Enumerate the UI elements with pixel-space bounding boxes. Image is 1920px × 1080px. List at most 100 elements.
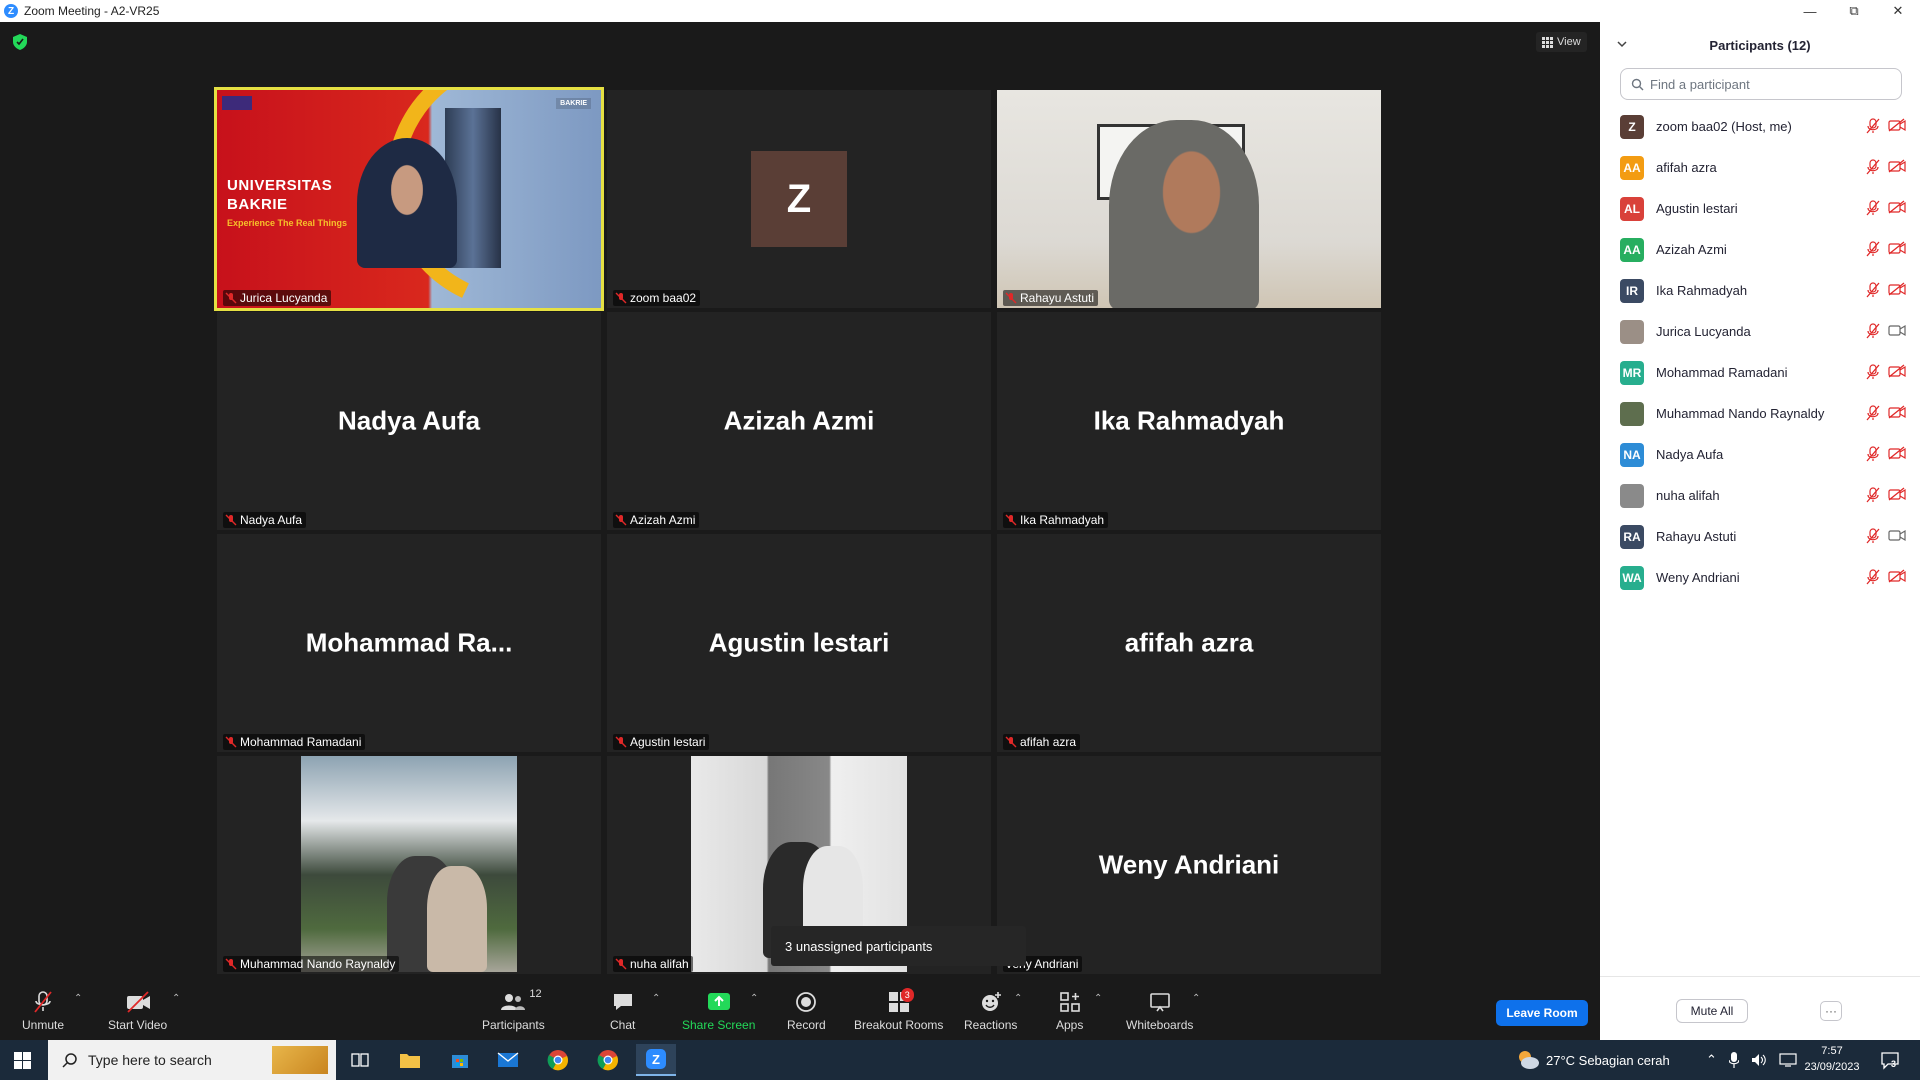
volume-icon[interactable]	[1751, 1053, 1767, 1067]
video-tile-azizah[interactable]: Azizah Azmi Azizah Azmi	[607, 312, 991, 530]
start-video-button[interactable]: Start Video	[108, 990, 167, 1032]
breakout-rooms-button[interactable]: 3 Breakout Rooms	[854, 988, 944, 1032]
avatar: Z	[751, 151, 847, 247]
video-tile-jurica[interactable]: BAKRIE UNIVERSITAS BAKRIE Experience The…	[214, 87, 604, 311]
tile-name-text: Agustin lestari	[630, 735, 706, 749]
participant-row[interactable]: AA Azizah Azmi	[1600, 229, 1920, 270]
chevron-down-icon[interactable]	[1616, 38, 1628, 50]
more-options-button[interactable]: ···	[1820, 1001, 1842, 1021]
muted-mic-icon	[225, 736, 237, 748]
chrome-icon[interactable]	[538, 1044, 578, 1076]
notifications-button[interactable]: 3	[1880, 1050, 1900, 1070]
muted-mic-icon	[1866, 241, 1880, 257]
participants-count: 12	[529, 988, 542, 1000]
file-explorer-icon[interactable]	[390, 1044, 430, 1076]
whiteboards-button[interactable]: Whiteboards	[1126, 990, 1193, 1032]
audio-options-chevron-icon[interactable]: ⌃	[74, 993, 82, 1004]
participant-row[interactable]: Jurica Lucyanda	[1600, 311, 1920, 352]
network-icon[interactable]	[1779, 1053, 1797, 1067]
video-options-chevron-icon[interactable]: ⌃	[172, 993, 180, 1004]
muted-mic-icon	[225, 958, 237, 970]
task-view-icon[interactable]	[340, 1044, 380, 1076]
participant-row[interactable]: WA Weny Andriani	[1600, 557, 1920, 598]
chat-options-chevron-icon[interactable]: ⌃	[652, 993, 660, 1004]
chat-icon	[613, 994, 632, 1010]
participant-row[interactable]: AA afifah azra	[1600, 147, 1920, 188]
slide-logo: BAKRIE	[556, 98, 591, 109]
video-off-icon	[1888, 569, 1906, 583]
meeting-area: View BAKRIE UNIVERSITAS BAKRIE Experienc…	[0, 22, 1600, 980]
video-off-icon	[1888, 282, 1906, 296]
video-tile-mohammad[interactable]: Mohammad Ra... Mohammad Ramadani	[217, 534, 601, 752]
microphone-icon[interactable]	[1728, 1052, 1739, 1068]
video-tile-nando[interactable]: Muhammad Nando Raynaldy	[217, 756, 601, 974]
reactions-button[interactable]: Reactions	[964, 990, 1017, 1032]
minimize-button[interactable]: —	[1788, 0, 1832, 22]
tile-name-text: Nadya Aufa	[240, 513, 303, 527]
tile-name-label: Rahayu Astuti	[1003, 290, 1099, 306]
participant-name: afifah azra	[1656, 160, 1717, 175]
participant-row[interactable]: Zzoom baa02 (Host, me)	[1600, 106, 1920, 147]
share-options-chevron-icon[interactable]: ⌃	[750, 993, 758, 1004]
apps-button[interactable]: Apps	[1056, 990, 1083, 1032]
participants-button[interactable]: 12 Participants	[482, 988, 545, 1032]
find-participant-input[interactable]: Find a participant	[1620, 68, 1902, 100]
unmute-button[interactable]: Unmute	[22, 990, 64, 1032]
participant-name: Muhammad Nando Raynaldy	[1656, 406, 1825, 421]
view-label: View	[1557, 36, 1581, 48]
taskbar-search-input[interactable]: Type here to search	[48, 1040, 336, 1080]
leave-room-button[interactable]: Leave Room	[1496, 1000, 1588, 1026]
share-screen-button[interactable]: Share Screen	[682, 990, 755, 1032]
participant-status-icons	[1866, 405, 1906, 421]
tile-name-text: Rahayu Astuti	[1020, 291, 1095, 305]
participant-display-name: Mohammad Ra...	[305, 627, 513, 658]
microsoft-store-icon[interactable]	[440, 1044, 480, 1076]
participant-row[interactable]: IR Ika Rahmadyah	[1600, 270, 1920, 311]
security-shield-icon[interactable]	[13, 34, 27, 50]
chrome-profile-icon[interactable]	[588, 1044, 628, 1076]
window-title: Zoom Meeting - A2-VR25	[24, 4, 160, 18]
video-on-icon	[1888, 529, 1906, 542]
participant-row[interactable]: AL Agustin lestari	[1600, 188, 1920, 229]
record-button[interactable]: Record	[787, 990, 826, 1032]
video-tile-nadya[interactable]: Nadya Aufa Nadya Aufa	[217, 312, 601, 530]
video-tile-weny[interactable]: Weny Andriani Veny Andriani	[997, 756, 1381, 974]
restore-button[interactable]: ⧉	[1832, 0, 1876, 22]
taskbar-clock[interactable]: 7:57 23/09/2023	[1800, 1043, 1864, 1075]
participant-row[interactable]: nuha alifah	[1600, 475, 1920, 516]
whiteboards-options-chevron-icon[interactable]: ⌃	[1192, 993, 1200, 1004]
participant-display-name: Nadya Aufa	[337, 405, 481, 436]
share-screen-icon	[707, 993, 730, 1010]
muted-mic-icon	[225, 292, 237, 304]
close-button[interactable]: ✕	[1876, 0, 1920, 22]
zoom-logo-icon: Z	[4, 4, 18, 18]
breakout-rooms-label: Breakout Rooms	[854, 1018, 944, 1032]
reactions-options-chevron-icon[interactable]: ⌃	[1014, 993, 1022, 1004]
video-tile-afifah[interactable]: afifah azra afifah azra	[997, 534, 1381, 752]
participant-row[interactable]: MR Mohammad Ramadani	[1600, 352, 1920, 393]
video-tile-agustin[interactable]: Agustin lestari Agustin lestari	[607, 534, 991, 752]
mail-icon[interactable]	[488, 1044, 528, 1076]
panel-header: Participants (12)	[1600, 22, 1920, 68]
video-tile-zoom-baa02[interactable]: Z zoom baa02	[607, 90, 991, 308]
zoom-taskbar-icon[interactable]: Z	[636, 1044, 676, 1076]
windows-start-icon[interactable]	[14, 1052, 31, 1069]
weather-widget[interactable]: 27°C Sebagian cerah	[1516, 1040, 1670, 1080]
mute-all-button[interactable]: Mute All	[1676, 999, 1748, 1023]
video-off-icon	[1888, 446, 1906, 460]
participant-row[interactable]: RA Rahayu Astuti	[1600, 516, 1920, 557]
tile-name-text: Jurica Lucyanda	[240, 291, 328, 305]
chat-button[interactable]: Chat	[610, 990, 635, 1032]
participant-row[interactable]: Muhammad Nando Raynaldy	[1600, 393, 1920, 434]
video-tile-rahayu[interactable]: Rahayu Astuti	[997, 90, 1381, 308]
view-button[interactable]: View	[1536, 32, 1587, 52]
clock-date: 23/09/2023	[1804, 1061, 1860, 1073]
participant-row[interactable]: NA Nadya Aufa	[1600, 434, 1920, 475]
shared-video: BAKRIE UNIVERSITAS BAKRIE Experience The…	[217, 90, 601, 308]
video-tile-ika[interactable]: Ika Rahmadyah Ika Rahmadyah	[997, 312, 1381, 530]
participants-label: Participants	[482, 1018, 545, 1032]
chevron-up-icon[interactable]: ⌃	[1706, 1052, 1717, 1068]
apps-options-chevron-icon[interactable]: ⌃	[1094, 993, 1102, 1004]
tile-name-text: Muhammad Nando Raynaldy	[240, 957, 396, 971]
participant-person	[1109, 120, 1259, 308]
